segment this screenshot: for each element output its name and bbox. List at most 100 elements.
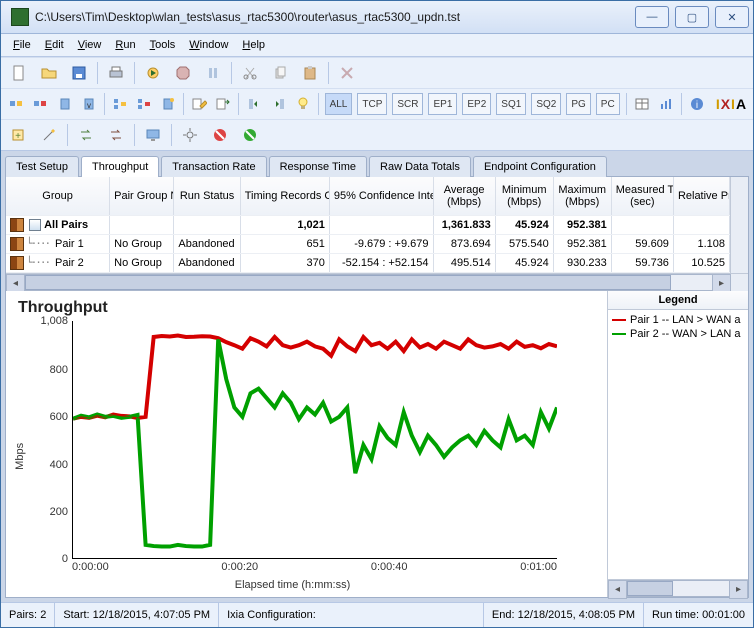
chart-icon[interactable] bbox=[657, 92, 675, 116]
script-edit-icon[interactable] bbox=[190, 92, 208, 116]
tab-response-time[interactable]: Response Time bbox=[269, 156, 367, 177]
settings-icon[interactable] bbox=[178, 123, 202, 147]
menu-run[interactable]: Run bbox=[109, 37, 141, 53]
exclude-green-icon[interactable] bbox=[238, 123, 262, 147]
menu-file[interactable]: File bbox=[7, 37, 37, 53]
group-filter-pc[interactable]: PC bbox=[596, 93, 620, 115]
pair-icon-1[interactable] bbox=[7, 92, 25, 116]
x-tick: 0:01:00 bbox=[520, 561, 557, 577]
endpoint-icon-3[interactable] bbox=[159, 92, 177, 116]
col-header[interactable]: Measured Time(sec) bbox=[611, 177, 673, 216]
status-pairs: Pairs: 2 bbox=[1, 603, 55, 627]
group-filter-ep2[interactable]: EP2 bbox=[462, 93, 491, 115]
save-icon[interactable] bbox=[67, 61, 91, 85]
group-filter-scr[interactable]: SCR bbox=[392, 93, 423, 115]
open-folder-icon[interactable] bbox=[37, 61, 61, 85]
brand-logo: IXIA bbox=[716, 96, 747, 112]
menu-help[interactable]: Help bbox=[236, 37, 271, 53]
group-filter-pg[interactable]: PG bbox=[566, 93, 590, 115]
copy-icon[interactable] bbox=[268, 61, 292, 85]
legend-scroll-left[interactable]: ◂ bbox=[608, 580, 627, 599]
y-tick: 200 bbox=[50, 506, 68, 518]
group-icon-2[interactable] bbox=[135, 92, 153, 116]
col-header[interactable]: Group bbox=[6, 177, 110, 216]
legend-item[interactable]: Pair 1 -- LAN > WAN a bbox=[612, 314, 744, 326]
tabbar: Test SetupThroughputTransaction RateResp… bbox=[5, 155, 753, 176]
svg-text:i: i bbox=[696, 100, 698, 111]
status-runtime: Run time: 00:01:00 bbox=[644, 603, 753, 627]
table-row[interactable]: └····Pair 2No GroupAbandoned370-52.154 :… bbox=[6, 254, 730, 273]
close-button[interactable]: ✕ bbox=[715, 6, 749, 28]
legend-item[interactable]: Pair 2 -- WAN > LAN a bbox=[612, 328, 744, 340]
swap-icon[interactable] bbox=[74, 123, 98, 147]
group-filter-sq1[interactable]: SQ1 bbox=[496, 93, 526, 115]
stop-icon[interactable] bbox=[171, 61, 195, 85]
menu-tools[interactable]: Tools bbox=[144, 37, 182, 53]
status-end: End: 12/18/2015, 4:08:05 PM bbox=[484, 603, 644, 627]
column-right-icon[interactable] bbox=[269, 92, 287, 116]
tab-throughput[interactable]: Throughput bbox=[81, 156, 159, 177]
col-header[interactable]: Timing Records Completed bbox=[240, 177, 329, 216]
y-tick: 1,008 bbox=[40, 315, 68, 327]
legend-scroll-right[interactable]: ▸ bbox=[729, 580, 748, 599]
monitor-config-icon[interactable] bbox=[141, 123, 165, 147]
svg-text:+: + bbox=[15, 131, 21, 142]
tab-raw-data-totals[interactable]: Raw Data Totals bbox=[369, 156, 471, 177]
wand-icon[interactable] bbox=[37, 123, 61, 147]
script-swap-icon[interactable] bbox=[214, 92, 232, 116]
legend-panel: Legend Pair 1 -- LAN > WAN a Pair 2 -- WA… bbox=[607, 291, 748, 597]
col-header[interactable]: Pair Group Name bbox=[110, 177, 174, 216]
x-tick: 0:00:40 bbox=[371, 561, 408, 577]
swap2-icon[interactable] bbox=[104, 123, 128, 147]
table-hscrollbar[interactable]: ◂ ▸ bbox=[6, 274, 748, 291]
col-header[interactable]: Run Status bbox=[174, 177, 240, 216]
tab-transaction-rate[interactable]: Transaction Rate bbox=[161, 156, 266, 177]
group-filter-tcp[interactable]: TCP bbox=[357, 93, 387, 115]
maximize-button[interactable]: ▢ bbox=[675, 6, 709, 28]
exclude-red-icon[interactable] bbox=[208, 123, 232, 147]
y-tick: 800 bbox=[50, 364, 68, 376]
minimize-button[interactable]: — bbox=[635, 6, 669, 28]
content-panel: GroupPair Group NameRun StatusTiming Rec… bbox=[5, 176, 749, 598]
pair-icon-2[interactable] bbox=[31, 92, 49, 116]
menu-view[interactable]: View bbox=[72, 37, 108, 53]
group-icon-1[interactable] bbox=[111, 92, 129, 116]
y-axis-label: Mbps bbox=[12, 321, 28, 591]
window-title: C:\Users\Tim\Desktop\wlan_tests\asus_rta… bbox=[35, 10, 635, 24]
column-left-icon[interactable] bbox=[245, 92, 263, 116]
legend-header: Legend bbox=[608, 291, 748, 310]
print-icon[interactable] bbox=[104, 61, 128, 85]
run-icon[interactable] bbox=[141, 61, 165, 85]
lamp-icon[interactable] bbox=[294, 92, 312, 116]
cut-icon[interactable] bbox=[238, 61, 262, 85]
tab-test-setup[interactable]: Test Setup bbox=[5, 156, 79, 177]
col-header[interactable]: 95% Confidence Interval bbox=[329, 177, 433, 216]
endpoint-icon-2[interactable]: v bbox=[80, 92, 98, 116]
pause-icon[interactable] bbox=[201, 61, 225, 85]
statusbar: Pairs: 2 Start: 12/18/2015, 4:07:05 PM I… bbox=[1, 602, 753, 627]
y-tick: 0 bbox=[62, 553, 68, 565]
group-filter-all[interactable]: ALL bbox=[325, 93, 353, 115]
group-add-icon[interactable]: + bbox=[7, 123, 31, 147]
x-tick: 0:00:00 bbox=[72, 561, 109, 577]
new-file-icon[interactable] bbox=[7, 61, 31, 85]
endpoint-icon-1[interactable] bbox=[55, 92, 73, 116]
col-header[interactable]: Minimum(Mbps) bbox=[495, 177, 553, 216]
tab-endpoint-configuration[interactable]: Endpoint Configuration bbox=[473, 156, 607, 177]
info-icon[interactable]: i bbox=[688, 92, 706, 116]
col-header[interactable]: Average(Mbps) bbox=[433, 177, 495, 216]
col-header[interactable]: Maximum(Mbps) bbox=[553, 177, 611, 216]
group-filter-sq2[interactable]: SQ2 bbox=[531, 93, 561, 115]
results-table: GroupPair Group NameRun StatusTiming Rec… bbox=[6, 177, 748, 274]
delete-icon[interactable] bbox=[335, 61, 359, 85]
group-filter-ep1[interactable]: EP1 bbox=[428, 93, 457, 115]
col-header[interactable]: Relative Precision bbox=[673, 177, 729, 216]
table-row[interactable]: └····Pair 1No GroupAbandoned651-9.679 : … bbox=[6, 235, 730, 254]
table-icon[interactable] bbox=[632, 92, 650, 116]
table-row[interactable]: All Pairs1,0211,361.83345.924952.381 bbox=[6, 216, 730, 235]
toolbars: v ALLTCPSCREP1EP2SQ1SQ2PG PC i IXIA + bbox=[1, 57, 753, 151]
menu-edit[interactable]: Edit bbox=[39, 37, 70, 53]
y-tick: 400 bbox=[50, 459, 68, 471]
menu-window[interactable]: Window bbox=[183, 37, 234, 53]
paste-icon[interactable] bbox=[298, 61, 322, 85]
